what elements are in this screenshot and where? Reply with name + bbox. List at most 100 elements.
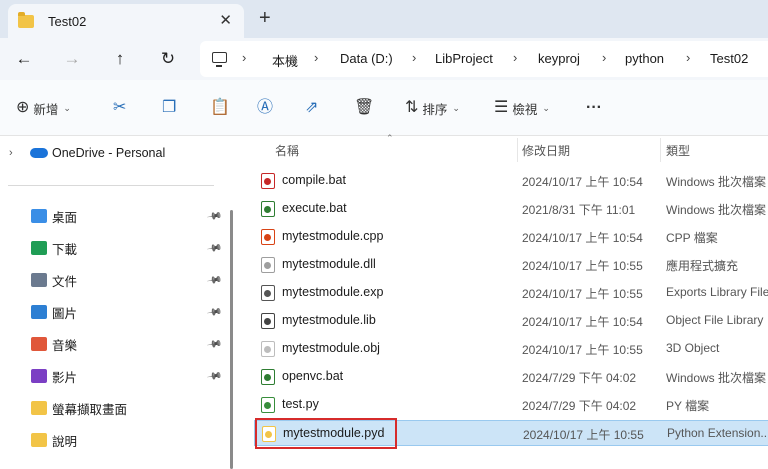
file-type: Windows 批次檔案 [666, 175, 767, 189]
file-type: CPP 檔案 [666, 231, 718, 245]
breadcrumb-separator[interactable]: › [686, 50, 690, 65]
file-name: mytestmodule.lib [282, 313, 376, 327]
computer-icon [212, 52, 227, 67]
sidebar-item-1[interactable]: 下載 📌 [0, 234, 230, 262]
file-row[interactable]: mytestmodule.lib 2024/10/17 上午 10:54 Objec… [254, 308, 768, 334]
sidebar-item-0[interactable]: 桌面 📌 [0, 202, 230, 230]
sidebar-item-label: 圖片 [52, 306, 78, 321]
sidebar-item-onedrive[interactable]: › OneDrive - Personal [0, 139, 230, 167]
breadcrumb-separator[interactable]: › [242, 50, 246, 65]
pin-icon[interactable]: 📌 [206, 272, 223, 288]
back-button[interactable]: ← [12, 47, 36, 71]
more-options-button[interactable]: ··· [586, 96, 602, 120]
column-separator[interactable] [660, 138, 661, 162]
file-row[interactable]: openvc.bat 2024/7/29 下午 04:02 Windows 批次檔案 [254, 364, 768, 390]
scissors-icon: ✂ [113, 99, 127, 116]
document-icon [31, 273, 47, 287]
sort-button[interactable]: ⇅ 排序 ⌄ [405, 96, 460, 120]
folder-icon [31, 401, 47, 415]
cloud-icon [30, 148, 48, 158]
breadcrumb-separator[interactable]: › [602, 50, 606, 65]
batch-icon [261, 201, 275, 217]
breadcrumb-python[interactable]: python [625, 51, 664, 66]
file-row[interactable]: test.py 2024/7/29 下午 04:02 PY 檔案 [254, 392, 768, 418]
plus-circle-icon: ⊕ [16, 99, 30, 116]
sort-icon: ⇅ [405, 99, 419, 116]
file-name: compile.bat [282, 173, 346, 187]
file-name: test.py [282, 397, 319, 411]
sidebar-item-3[interactable]: 圖片 📌 [0, 298, 230, 326]
file-row[interactable]: mytestmodule.dll 2024/10/17 上午 10:55 應用程式擴… [254, 252, 768, 278]
file-badge [264, 234, 271, 241]
close-tab-icon[interactable]: ✕ [219, 11, 232, 29]
file-type: 應用程式擴充 [666, 259, 739, 273]
share-button[interactable]: ⇗ [305, 96, 318, 120]
up-button[interactable]: ↑ [108, 47, 132, 71]
breadcrumb-separator[interactable]: › [314, 50, 318, 65]
pin-icon[interactable]: 📌 [206, 368, 223, 384]
file-modified-date: 2024/10/17 上午 10:54 [522, 231, 643, 245]
new-button[interactable]: ⊕ 新增 ⌄ [16, 96, 71, 120]
rename-button[interactable]: Ⓐ [257, 96, 273, 120]
sidebar-item-2[interactable]: 文件 📌 [0, 266, 230, 294]
chevron-down-icon: ⌄ [542, 102, 550, 113]
pin-icon[interactable]: 📌 [206, 240, 223, 256]
file-badge [264, 178, 271, 185]
view-list-icon: ☰ [494, 99, 509, 116]
sidebar-scrollbar[interactable] [230, 210, 233, 469]
delete-button[interactable]: 🗑 [354, 96, 374, 120]
sidebar-item-label: 桌面 [52, 210, 78, 225]
forward-button[interactable]: → [60, 47, 84, 71]
sidebar-item-5[interactable]: 影片 📌 [0, 362, 230, 390]
tab-test02[interactable]: Test02 ✕ [8, 4, 244, 38]
sidebar-item-label: 下載 [52, 242, 78, 257]
address-bar[interactable]: › 本機 › Data (D:) › LibProject › keyproj … [200, 41, 768, 77]
dll-file-icon [261, 257, 275, 273]
breadcrumb-drive-d[interactable]: Data (D:) [340, 51, 393, 66]
refresh-button[interactable]: ↻ [156, 47, 180, 71]
file-modified-date: 2024/7/29 下午 04:02 [522, 399, 637, 413]
chevron-right-icon[interactable]: › [9, 147, 13, 159]
sidebar-item-4[interactable]: 音樂 📌 [0, 330, 230, 358]
file-badge [264, 262, 271, 269]
sidebar-item-label: 螢幕擷取畫面 [52, 402, 128, 417]
view-button[interactable]: ☰ 檢視 ⌄ [494, 96, 550, 120]
sidebar-item-6[interactable]: 螢幕擷取畫面 [0, 394, 230, 422]
breadcrumb-this-pc[interactable]: 本機 [272, 51, 298, 70]
cut-button[interactable]: ✂ [113, 96, 126, 120]
column-header-name[interactable]: 名稱 [275, 142, 299, 159]
copy-button[interactable]: ❐ [162, 96, 176, 120]
file-row[interactable]: compile.bat 2024/10/17 上午 10:54 Windows 批次… [254, 168, 768, 194]
breadcrumb-keyproj[interactable]: keyproj [538, 51, 580, 66]
column-header-type[interactable]: 類型 [666, 142, 690, 159]
file-type: 3D Object [666, 341, 720, 355]
file-type: PY 檔案 [666, 399, 710, 413]
sidebar-item-7[interactable]: 說明 [0, 426, 230, 454]
file-row[interactable]: mytestmodule.exp 2024/10/17 上午 10:55 Expor… [254, 280, 768, 306]
file-badge [264, 402, 271, 409]
breadcrumb-test02[interactable]: Test02 [710, 51, 748, 66]
batch-icon [261, 369, 275, 385]
breadcrumb-libproject[interactable]: LibProject [435, 51, 493, 66]
file-row[interactable]: mytestmodule.obj 2024/10/17 上午 10:55 3D Ob… [254, 336, 768, 362]
obj-file-icon [261, 341, 275, 357]
download-icon [31, 241, 47, 255]
new-tab-button[interactable]: + [259, 8, 271, 28]
chevron-down-icon: ⌄ [452, 102, 460, 113]
desktop-icon [31, 209, 47, 223]
file-row[interactable]: execute.bat 2021/8/31 下午 11:01 Windows 批次檔… [254, 196, 768, 222]
command-bar: ⊕ 新增 ⌄ ✂ ❐ 📋 Ⓐ ⇗ 🗑 ⇅ 排序 ⌄ ☰ 檢視 ⌄ ··· [0, 80, 768, 136]
file-row[interactable]: mytestmodule.cpp 2024/10/17 上午 10:54 CPP 檔… [254, 224, 768, 250]
file-modified-date: 2024/10/17 上午 10:54 [522, 315, 643, 329]
file-modified-date: 2024/10/17 上午 10:55 [522, 343, 643, 357]
paste-button[interactable]: 📋 [210, 96, 230, 120]
file-badge [264, 206, 271, 213]
breadcrumb-separator[interactable]: › [513, 50, 517, 65]
column-separator[interactable] [517, 138, 518, 162]
breadcrumb-separator[interactable]: › [412, 50, 416, 65]
pin-icon[interactable]: 📌 [206, 208, 223, 224]
column-header-modified[interactable]: 修改日期 [522, 142, 570, 159]
file-badge [264, 318, 271, 325]
pin-icon[interactable]: 📌 [206, 304, 223, 320]
pin-icon[interactable]: 📌 [206, 336, 223, 352]
